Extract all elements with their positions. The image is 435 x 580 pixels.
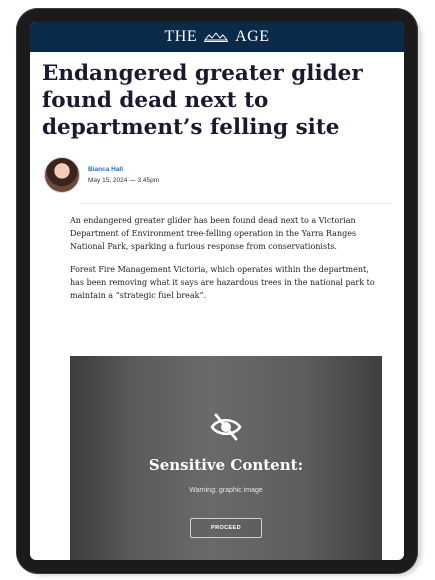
publish-date: May 15, 2024 — 3.45pm	[88, 177, 160, 184]
eye-slash-icon	[210, 413, 242, 441]
tablet-frame: THE AGE Endangered greater glider found …	[16, 8, 418, 574]
article-paragraph-2: Forest Fire Management Victoria, which o…	[70, 265, 375, 300]
masthead-word-right: AGE	[235, 28, 270, 45]
author-link[interactable]: Bianca Hall	[88, 166, 159, 173]
crest-icon	[204, 32, 229, 42]
masthead-word-left: THE	[164, 28, 198, 45]
masthead[interactable]: THE AGE	[30, 22, 404, 52]
article-paragraph-1: An endangered greater glider has been fo…	[70, 216, 357, 251]
author-avatar[interactable]	[44, 157, 80, 193]
sensitive-content-title: Sensitive Content:	[148, 456, 304, 474]
article-headline: Endangered greater glider found dead nex…	[42, 61, 363, 140]
sensitive-content-warning: Warning: graphic image	[189, 487, 263, 494]
proceed-button[interactable]: PROCEED	[190, 518, 262, 538]
article-screen: THE AGE Endangered greater glider found …	[30, 22, 404, 560]
byline: Bianca Hall May 15, 2024 — 3.45pm	[44, 157, 404, 193]
byline-divider	[80, 203, 392, 204]
sensitive-content-overlay: Sensitive Content: Warning: graphic imag…	[70, 356, 382, 560]
byline-text: Bianca Hall May 15, 2024 — 3.45pm	[88, 166, 159, 184]
